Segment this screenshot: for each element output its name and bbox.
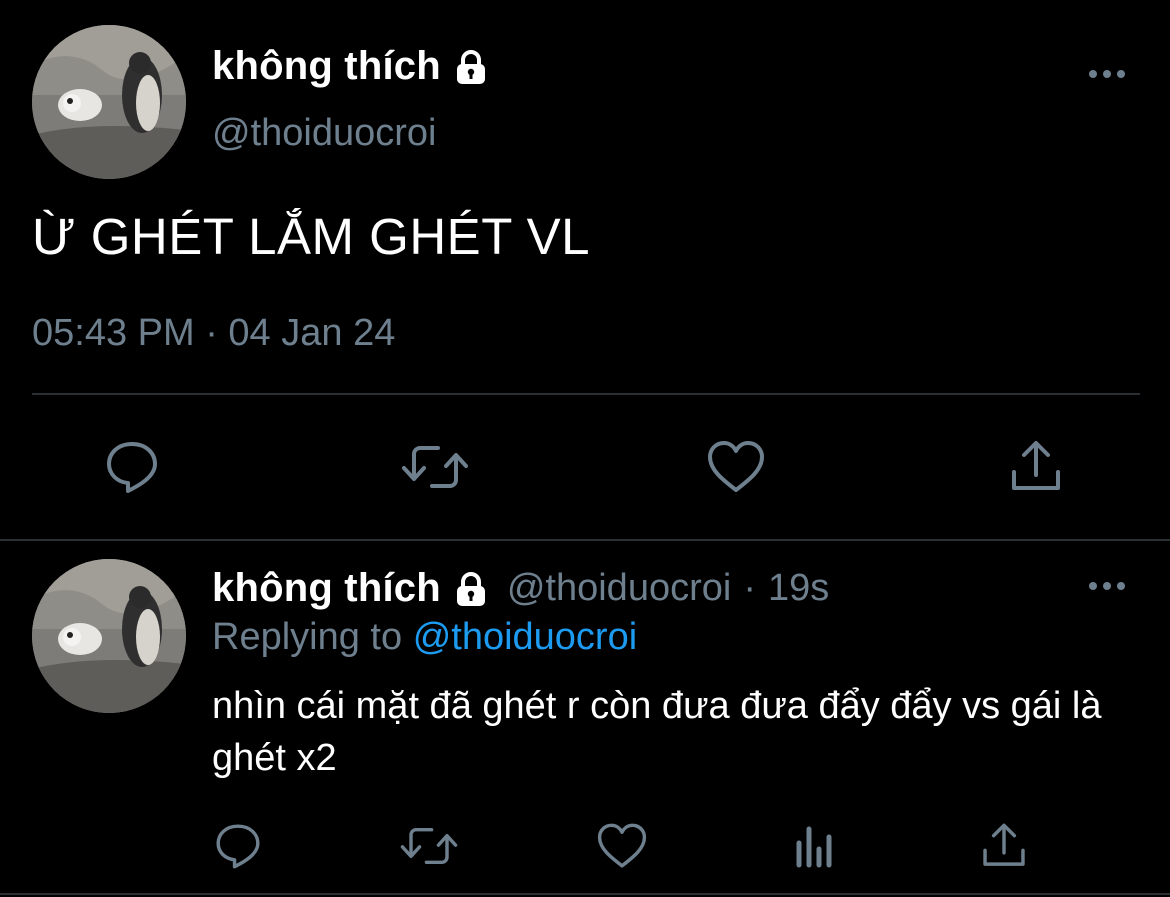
tweet-text: Ừ GHÉT LẮM GHÉT VL xyxy=(32,208,590,265)
handle[interactable]: @thoiduocroi xyxy=(212,112,436,155)
bottom-divider xyxy=(0,893,1170,895)
like-icon[interactable] xyxy=(594,820,650,872)
reply-icon[interactable] xyxy=(210,820,266,872)
share-icon[interactable] xyxy=(976,820,1032,872)
reply-display-name[interactable]: không thích xyxy=(212,566,441,611)
retweet-icon[interactable] xyxy=(398,820,460,872)
penguin-avatar-icon xyxy=(32,559,186,713)
like-icon[interactable] xyxy=(704,437,768,497)
share-icon[interactable] xyxy=(1004,437,1068,497)
more-options-icon[interactable] xyxy=(1087,64,1127,84)
avatar[interactable] xyxy=(32,25,186,179)
lock-icon xyxy=(451,47,491,87)
tweet-timestamp[interactable]: 05:43 PM · 04 Jan 24 xyxy=(32,312,395,355)
main-name-row: không thích xyxy=(212,44,491,89)
reply-name-row: không thích @thoiduocroi · 19s xyxy=(212,566,829,611)
reply-handle[interactable]: @thoiduocroi xyxy=(507,567,731,610)
more-options-icon[interactable] xyxy=(1087,576,1127,596)
lock-icon xyxy=(451,569,491,609)
reply-icon[interactable] xyxy=(100,437,164,497)
section-divider xyxy=(0,539,1170,541)
separator-dot: · xyxy=(743,567,756,609)
display-name[interactable]: không thích xyxy=(212,44,441,89)
retweet-icon[interactable] xyxy=(400,437,470,497)
penguin-avatar-icon xyxy=(32,25,186,179)
reply-text: nhìn cái mặt đã ghét r còn đưa đưa đẩy đ… xyxy=(212,685,1102,779)
replying-mention-link[interactable]: @thoiduocroi xyxy=(413,616,637,658)
reply-avatar[interactable] xyxy=(32,559,186,713)
divider xyxy=(32,393,1140,395)
replying-label: Replying to xyxy=(212,616,403,658)
replying-to: Replying to @thoiduocroi xyxy=(212,616,637,659)
analytics-icon[interactable] xyxy=(786,820,842,872)
reply-time-ago[interactable]: 19s xyxy=(768,567,829,610)
